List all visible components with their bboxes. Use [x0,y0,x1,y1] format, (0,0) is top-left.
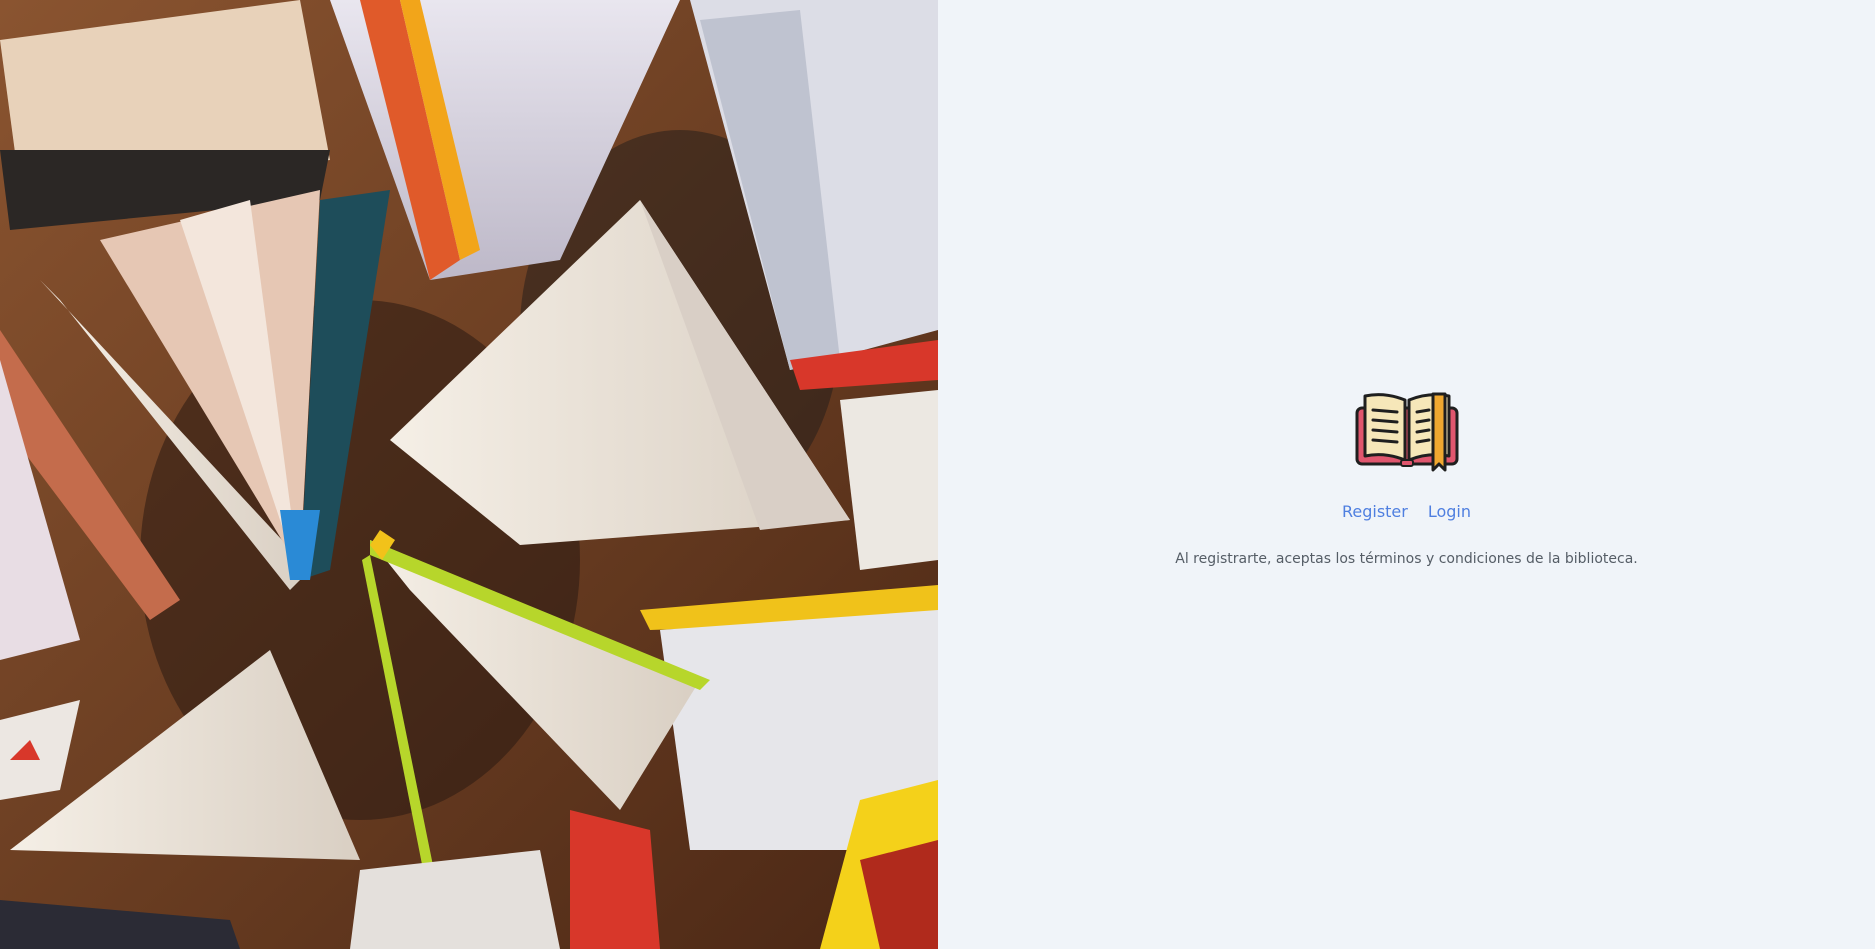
login-link[interactable]: Login [1428,502,1471,521]
terms-text: Al registrarte, aceptas los términos y c… [1175,551,1638,567]
books-photo [0,0,938,949]
auth-content: Register Login Al registrarte, aceptas l… [938,390,1875,567]
auth-nav: Register Login [1342,502,1471,521]
page-layout: Register Login Al registrarte, aceptas l… [0,0,1875,949]
auth-panel: Register Login Al registrarte, aceptas l… [938,0,1875,949]
hero-image [0,0,938,949]
register-link[interactable]: Register [1342,502,1408,521]
open-book-icon [1355,390,1459,472]
